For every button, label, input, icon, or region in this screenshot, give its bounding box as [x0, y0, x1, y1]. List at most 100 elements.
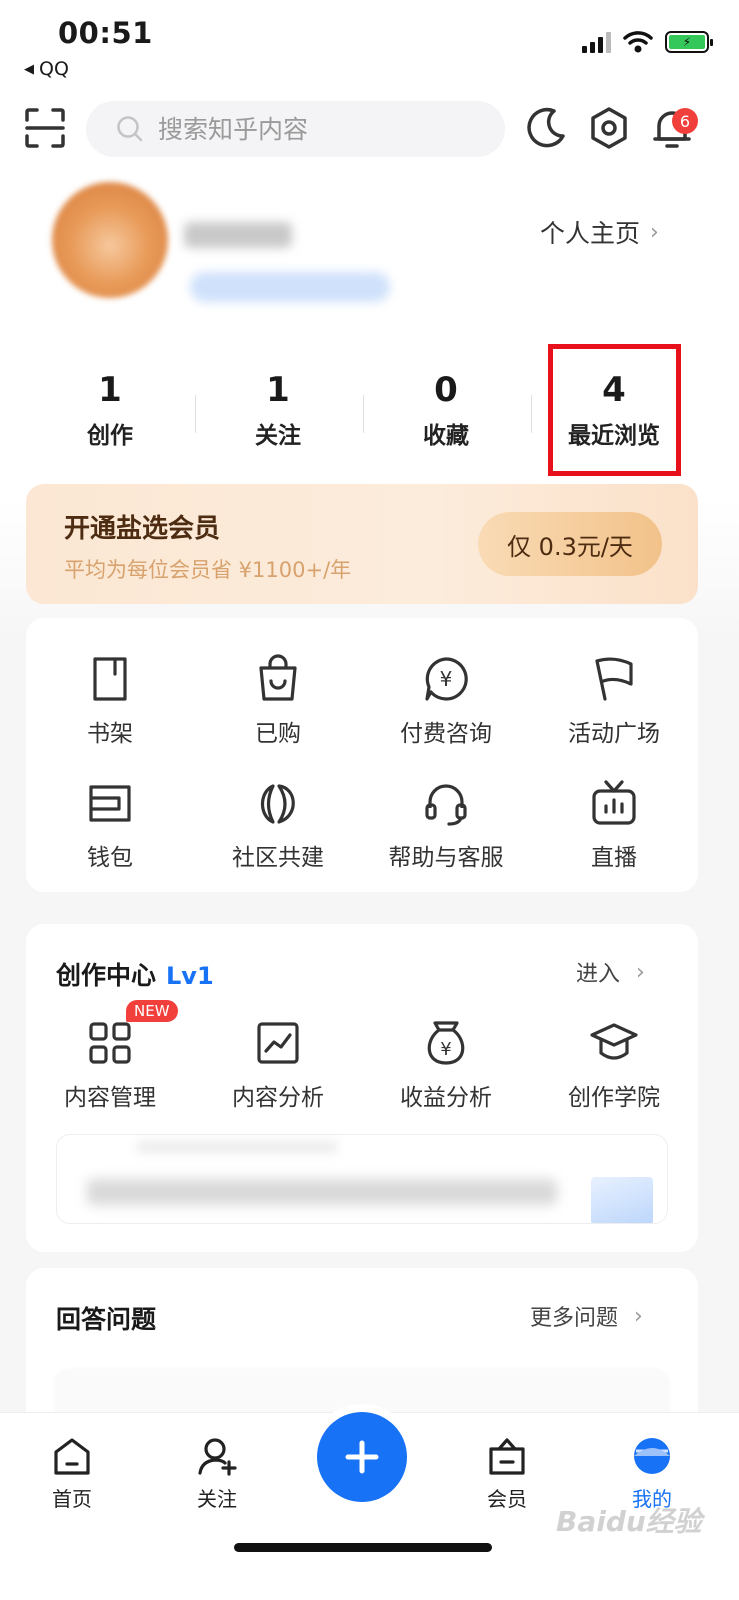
more-questions-link[interactable]: 更多问题 › — [530, 1300, 643, 1332]
shopping-bag-icon — [259, 654, 297, 701]
service-live[interactable]: 直播 — [530, 750, 698, 874]
status-time: 00:51 — [58, 16, 153, 50]
wallet-icon — [89, 785, 131, 822]
service-label: 社区共建 — [232, 845, 324, 871]
create-plus-button[interactable] — [317, 1412, 407, 1502]
divider — [531, 395, 532, 433]
battery-icon: ⚡ — [665, 31, 713, 53]
homepage-label: 个人主页 — [540, 219, 641, 248]
stat-value: 1 — [98, 370, 122, 410]
watermark: Baidu经验 — [556, 1505, 702, 1538]
services-card: 书架 已购 ¥ 付费咨询 活动广场 钱包 社区共建 帮助与客服 直播 — [26, 618, 698, 892]
more-questions-label: 更多问题 — [530, 1306, 619, 1331]
scan-icon[interactable] — [24, 107, 66, 149]
vip-price-button[interactable]: 仅 0.3元/天 — [478, 512, 662, 576]
creator-tool-label: 内容分析 — [232, 1085, 324, 1111]
divider — [363, 395, 364, 433]
new-badge: NEW — [126, 1000, 178, 1022]
creator-promo-banner[interactable] — [56, 1134, 668, 1224]
stat-creations[interactable]: 1 创作 — [26, 370, 194, 460]
home-icon — [54, 1438, 90, 1475]
bookshelf-icon — [93, 657, 127, 701]
back-to-app-button[interactable]: ◀ QQ — [24, 58, 69, 80]
tab-follow[interactable]: 关注 — [167, 1435, 267, 1512]
creator-tool-label: 创作学院 — [568, 1085, 660, 1111]
follow-icon — [198, 1438, 237, 1476]
service-help[interactable]: 帮助与客服 — [362, 750, 530, 874]
graduation-cap-icon — [590, 1023, 638, 1060]
divider — [195, 395, 196, 433]
service-label: 书架 — [87, 721, 133, 747]
vip-subtitle: 平均为每位会员省 ¥1100+/年 — [64, 558, 352, 582]
money-bag-icon: ¥ — [427, 1021, 465, 1065]
search-input[interactable] — [158, 114, 478, 144]
vip-icon — [489, 1438, 525, 1475]
chart-icon — [257, 1022, 299, 1064]
creator-tool-label: 收益分析 — [400, 1085, 492, 1111]
tab-label: 首页 — [52, 1487, 92, 1511]
creator-level: Lv1 — [166, 962, 214, 990]
me-icon — [634, 1438, 670, 1474]
tab-label: 会员 — [487, 1487, 527, 1511]
tab-vip[interactable]: 会员 — [457, 1435, 557, 1512]
status-bar: 00:51 ◀ QQ ⚡ — [0, 0, 739, 90]
live-tv-icon — [592, 780, 636, 825]
service-bookshelf[interactable]: 书架 — [26, 626, 194, 750]
service-label: 帮助与客服 — [388, 845, 504, 871]
stat-value: 1 — [266, 370, 290, 410]
svg-text:¥: ¥ — [440, 667, 453, 691]
answer-title: 回答问题 — [56, 1305, 157, 1334]
service-label: 钱包 — [87, 845, 133, 871]
promo-text-blurred — [137, 1141, 337, 1153]
service-paid-consult[interactable]: ¥ 付费咨询 — [362, 626, 530, 750]
night-mode-icon[interactable] — [524, 106, 568, 150]
stat-label: 创作 — [87, 423, 133, 449]
wifi-icon — [623, 31, 653, 53]
vip-banner[interactable]: 开通盐选会员 平均为每位会员省 ¥1100+/年 仅 0.3元/天 — [26, 484, 698, 604]
user-tag-blurred — [190, 272, 390, 302]
back-app-label: QQ — [39, 58, 69, 80]
highlight-annotation-box — [548, 344, 681, 476]
service-label: 已购 — [255, 721, 301, 747]
svg-text:¥: ¥ — [440, 1039, 451, 1060]
service-wallet[interactable]: 钱包 — [26, 750, 194, 874]
service-label: 活动广场 — [568, 721, 660, 747]
notification-badge: 6 — [672, 108, 698, 134]
creator-title-text: 创作中心 — [56, 961, 157, 990]
tab-home[interactable]: 首页 — [22, 1435, 122, 1512]
plus-icon — [345, 1440, 379, 1474]
services-grid: 书架 已购 ¥ 付费咨询 活动广场 钱包 社区共建 帮助与客服 直播 — [26, 626, 698, 874]
promo-thumbnail — [591, 1177, 653, 1223]
headset-icon — [425, 784, 467, 826]
chevron-right-icon: › — [636, 959, 645, 985]
home-indicator — [234, 1543, 492, 1552]
creator-center-title: 创作中心 Lv1 — [56, 956, 214, 992]
promo-text-blurred — [87, 1179, 557, 1205]
cellular-signal-icon — [582, 31, 611, 53]
vip-title: 开通盐选会员 — [64, 514, 221, 544]
stat-following[interactable]: 1 关注 — [194, 370, 362, 460]
avatar[interactable] — [52, 182, 168, 298]
service-label: 直播 — [591, 845, 637, 871]
creator-enter-link[interactable]: 进入 › — [576, 956, 645, 988]
settings-icon[interactable] — [587, 106, 631, 150]
service-community[interactable]: 社区共建 — [194, 750, 362, 874]
status-icons: ⚡ — [582, 30, 713, 54]
community-icon — [260, 784, 295, 824]
personal-homepage-link[interactable]: 个人主页 › — [540, 214, 659, 250]
service-purchased[interactable]: 已购 — [194, 626, 362, 750]
search-icon — [117, 116, 143, 142]
paid-consult-icon: ¥ — [425, 657, 468, 701]
creator-academy[interactable]: 创作学院 — [530, 990, 698, 1114]
chevron-right-icon: › — [634, 1303, 643, 1329]
chevron-right-icon: › — [650, 219, 659, 245]
creator-tool-label: 内容管理 — [64, 1085, 156, 1111]
stat-favorites[interactable]: 0 收藏 — [362, 370, 530, 460]
creator-income-analysis[interactable]: ¥ 收益分析 — [362, 990, 530, 1114]
creator-content-analysis[interactable]: 内容分析 — [194, 990, 362, 1114]
creator-content-management[interactable]: 内容管理 NEW — [26, 990, 194, 1114]
stat-value: 0 — [434, 370, 458, 410]
search-bar[interactable] — [86, 101, 505, 157]
stat-label: 关注 — [255, 423, 301, 449]
service-activity-square[interactable]: 活动广场 — [530, 626, 698, 750]
